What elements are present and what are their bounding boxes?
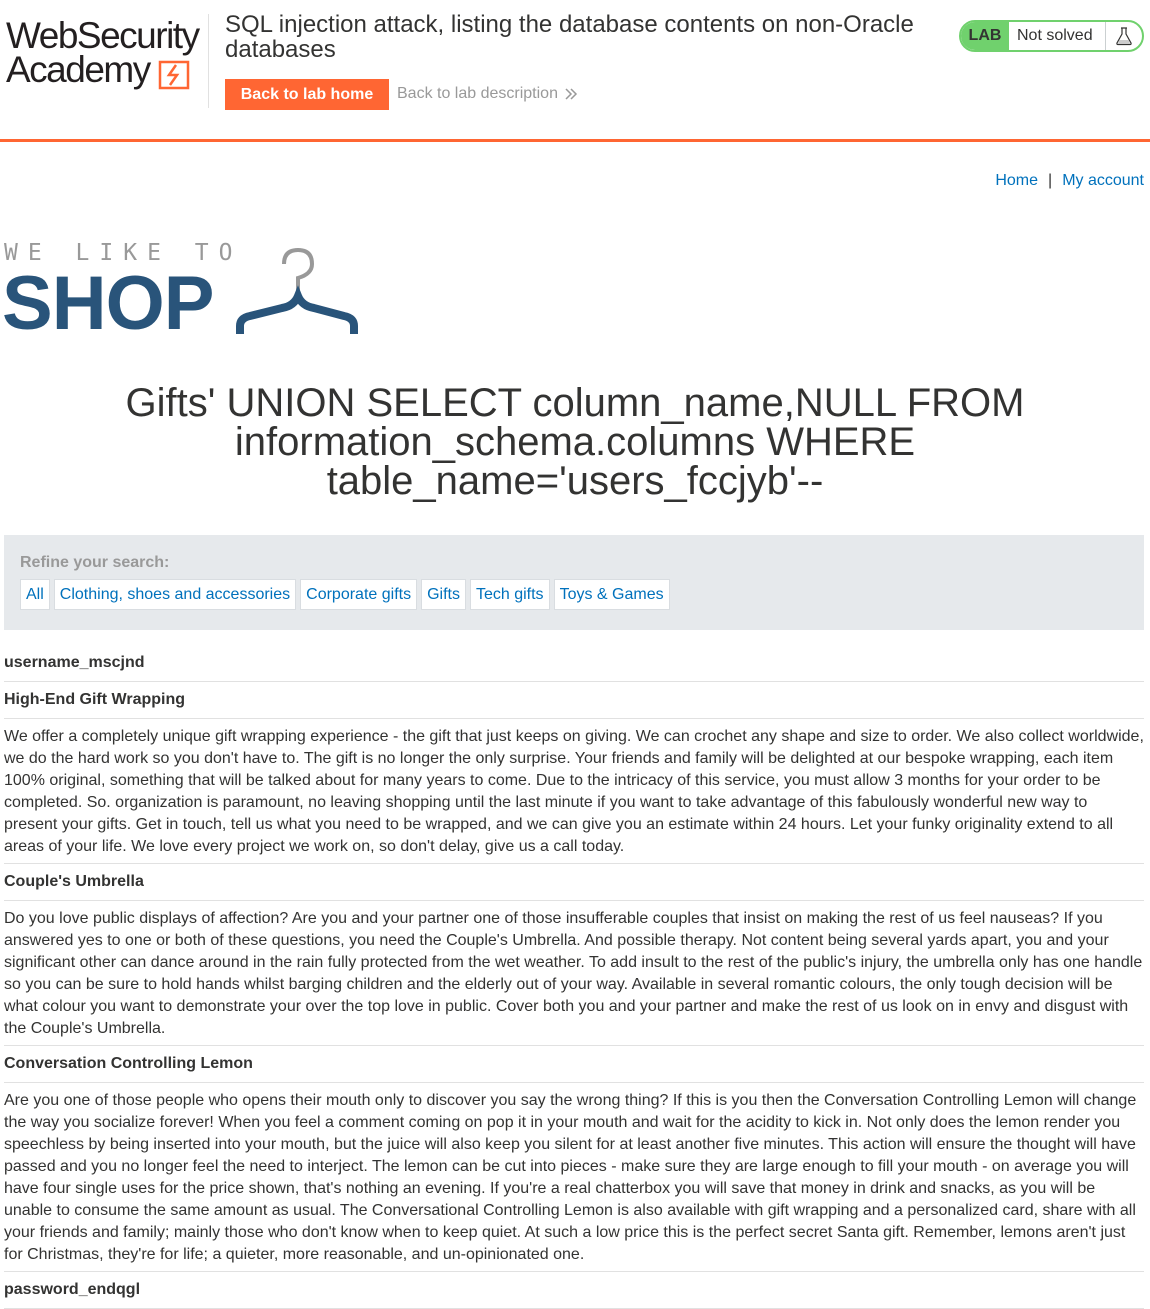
back-to-lab-description-label: Back to lab description (397, 85, 558, 102)
academy-header: WebSecurity Academy SQL injection attack… (0, 0, 1150, 142)
double-chevron-right-icon (565, 88, 578, 100)
logo-line-2: Academy (6, 49, 151, 90)
product-description: We offer a completely unique gift wrappi… (4, 719, 1144, 864)
header-divider (208, 14, 209, 108)
product-description: Do you love public displays of affection… (4, 901, 1144, 1046)
product-name: Couple's Umbrella (4, 864, 1144, 901)
nav-separator: | (1048, 172, 1053, 189)
result-username-column: username_mscjnd (4, 652, 1144, 682)
flask-icon (1105, 22, 1142, 50)
lab-status-text: Not solved (1017, 27, 1093, 44)
product-description: Are you one of those people who opens th… (4, 1083, 1144, 1272)
results-table: username_mscjnd High-End Gift Wrapping W… (4, 652, 1144, 1309)
academy-logo[interactable]: WebSecurity Academy (6, 14, 206, 94)
home-link[interactable]: Home (995, 172, 1038, 190)
filter-tech-gifts[interactable]: Tech gifts (469, 579, 550, 610)
page-title: Gifts' UNION SELECT column_name,NULL FRO… (125, 381, 1025, 503)
filter-toys-games[interactable]: Toys & Games (553, 579, 670, 610)
result-password-column: password_endqgl (4, 1272, 1144, 1309)
shop-logo[interactable]: WE LIKE TO SHOP (2, 240, 364, 344)
product-name: Conversation Controlling Lemon (4, 1046, 1144, 1083)
lab-badge: LAB (961, 22, 1009, 50)
filter-all[interactable]: All (20, 579, 50, 610)
filter-clothing-shoes-accessories[interactable]: Clothing, shoes and accessories (53, 579, 297, 610)
top-nav: Home | My account (995, 172, 1144, 190)
lab-title: SQL injection attack, listing the databa… (225, 11, 914, 63)
my-account-link[interactable]: My account (1062, 172, 1144, 190)
filter-corporate-gifts[interactable]: Corporate gifts (300, 579, 418, 610)
shop-logo-word: SHOP (2, 261, 214, 346)
refine-label: Refine your search: (20, 554, 170, 571)
filter-links: All Clothing, shoes and accessories Corp… (20, 579, 670, 610)
lab-status-widget: LAB Not solved (959, 20, 1144, 52)
back-to-lab-description-link[interactable]: Back to lab description (397, 85, 578, 103)
back-to-lab-home-button[interactable]: Back to lab home (225, 79, 389, 110)
lightning-icon (158, 60, 190, 90)
hanger-icon (236, 247, 358, 334)
filter-gifts[interactable]: Gifts (421, 579, 466, 610)
search-filters: Refine your search: All Clothing, shoes … (4, 535, 1144, 630)
product-name: High-End Gift Wrapping (4, 682, 1144, 719)
